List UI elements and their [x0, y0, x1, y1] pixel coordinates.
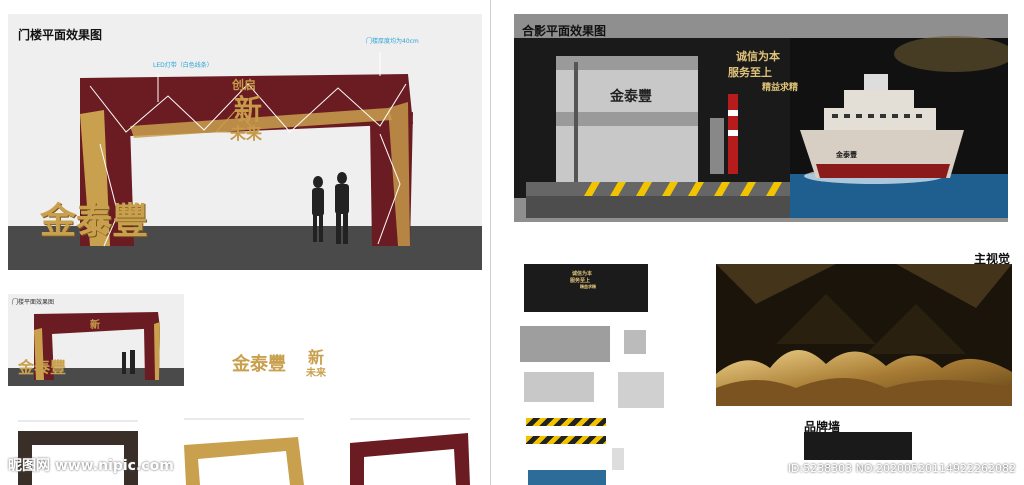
photo-backdrop-panel: 合影平面效果图 金泰豐 金泰豐 诚信为本 服务至上 精益求精 — [514, 14, 1008, 222]
mini-backdrop-thumb: 诚信为本 服务至上 精益求精 — [524, 264, 648, 312]
tank-panel-thumb — [618, 372, 664, 408]
ship-brand-text: 金泰豐 — [836, 150, 857, 159]
tank-component-thumb — [624, 330, 646, 354]
main-visual-panel — [716, 264, 1012, 406]
gate-elevation-panel: 门楼平面效果图 LED灯带（白色线条） 门楼厚度均为40cm 创启 新 未来 金… — [8, 14, 482, 270]
brand-logo-text: 金泰豐 — [40, 200, 149, 242]
gate-small-panel: 门楼平面效果图 新 金泰豐 — [8, 294, 184, 386]
main-visual-drawing — [716, 264, 1012, 406]
hazard-stripe-thumb — [526, 418, 606, 426]
component-brand-sign: 金泰豐 — [232, 354, 286, 375]
watermark-right: ID:5238303 NO:20200520114922262082 — [787, 462, 1016, 475]
mini-slogan-2: 服务至上 — [570, 278, 591, 284]
tank-brand-text: 金泰豐 — [610, 89, 652, 105]
brand-wall-thumb — [804, 432, 912, 460]
gate-small-arch-big: 新 — [90, 320, 100, 331]
brand-wall-side-thumb — [612, 448, 624, 470]
photo-backdrop-drawing — [514, 36, 1008, 218]
slogan-line-1: 诚信为本 — [736, 50, 780, 63]
gate-small-brand: 金泰豐 — [18, 358, 67, 377]
component-arch-bottom: 未来 — [306, 368, 326, 379]
concrete-texture-thumb — [520, 326, 610, 362]
design-sheet: 门楼平面效果图 LED灯带（白色线条） 门楼厚度均为40cm 创启 新 未来 金… — [0, 0, 1024, 485]
watermark-left: 昵图网 www.nipic.com — [8, 458, 174, 474]
arch-bottom-text: 未来 — [230, 124, 263, 143]
tank-section-thumb — [524, 372, 594, 402]
slogan-line-3: 精益求精 — [762, 83, 799, 93]
spread-divider — [490, 0, 491, 485]
mini-slogan-3: 精益求精 — [580, 284, 596, 289]
mini-slogan-1: 诚信为本 — [572, 271, 593, 277]
slogan-line-2: 服务至上 — [728, 66, 772, 79]
sea-texture-thumb — [528, 470, 606, 485]
hazard-stripe-thumb-2 — [526, 436, 606, 444]
